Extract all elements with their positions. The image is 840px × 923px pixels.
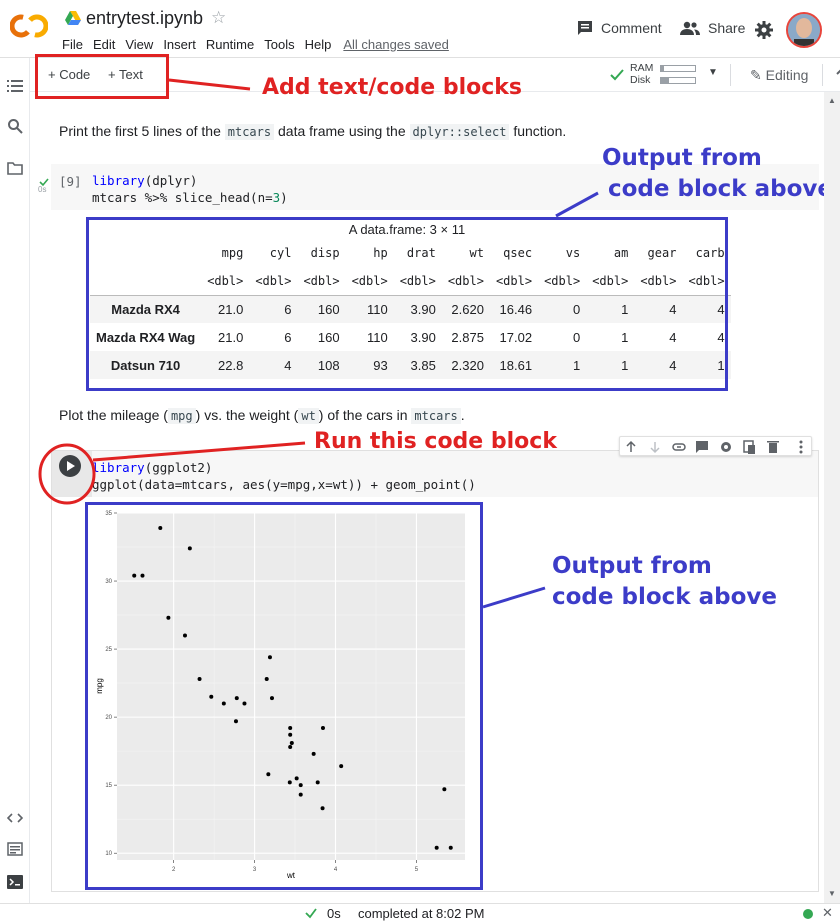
chevron-down-icon[interactable]: ▼ bbox=[708, 67, 718, 78]
more-icon[interactable] bbox=[799, 440, 803, 454]
avatar[interactable] bbox=[786, 12, 822, 48]
gear-icon[interactable] bbox=[721, 442, 731, 452]
notebook-title[interactable]: entrytest.ipynb bbox=[86, 8, 203, 29]
pencil-icon: ✎ bbox=[750, 67, 762, 83]
menu-bar: File Edit View Insert Runtime Tools Help… bbox=[62, 37, 449, 52]
mirror-icon[interactable] bbox=[743, 440, 755, 454]
inline-code: mtcars bbox=[411, 408, 461, 424]
annotation-output-1-line2: code block above bbox=[608, 176, 833, 202]
colab-logo-icon[interactable] bbox=[10, 12, 48, 40]
scrollbar[interactable]: ▲ ▼ bbox=[824, 92, 840, 903]
left-rail bbox=[0, 58, 30, 904]
annotation-box-output-1 bbox=[86, 217, 728, 391]
comment-button[interactable]: Comment bbox=[577, 20, 662, 36]
arrow-up-icon[interactable] bbox=[626, 440, 636, 452]
text: ) of the cars in bbox=[318, 407, 412, 423]
close-icon[interactable]: ✕ bbox=[822, 905, 833, 921]
check-icon bbox=[610, 69, 624, 81]
exec-duration: 0s bbox=[327, 906, 341, 921]
text: Print the first 5 lines of the bbox=[59, 123, 225, 139]
disk-bar bbox=[660, 77, 696, 84]
divider bbox=[730, 64, 731, 86]
menu-edit[interactable]: Edit bbox=[93, 37, 115, 52]
annotation-output-2-line2: code block above bbox=[552, 584, 777, 610]
search-icon[interactable] bbox=[7, 118, 23, 134]
saved-status[interactable]: All changes saved bbox=[343, 37, 449, 52]
annotation-add-blocks: Add text/code blocks bbox=[262, 75, 523, 100]
scroll-up-icon[interactable]: ▲ bbox=[828, 96, 836, 105]
menu-tools[interactable]: Tools bbox=[264, 37, 294, 52]
annotation-run-block: Run this code block bbox=[314, 429, 557, 454]
annotation-box-add-blocks bbox=[35, 54, 169, 99]
annotation-output-1-line1: Output from bbox=[602, 145, 762, 171]
connection-dot-icon bbox=[803, 909, 813, 919]
exec-time: 0s bbox=[38, 185, 47, 194]
ram-bar bbox=[660, 65, 696, 72]
run-cell-button[interactable] bbox=[59, 455, 81, 477]
text: Plot the mileage ( bbox=[59, 407, 168, 423]
inline-code: mtcars bbox=[224, 124, 275, 140]
editing-mode-button[interactable]: ✎ Editing bbox=[750, 67, 808, 84]
play-icon bbox=[67, 461, 75, 471]
annotation-box-output-2 bbox=[85, 502, 483, 890]
menu-help[interactable]: Help bbox=[305, 37, 332, 52]
code-editor[interactable]: library(dplyr) mtcars %>% slice_head(n=3… bbox=[92, 172, 288, 206]
inline-code: mpg bbox=[167, 408, 196, 424]
menu-insert[interactable]: Insert bbox=[163, 37, 196, 52]
link-icon[interactable] bbox=[672, 443, 686, 451]
text: ) vs. the weight ( bbox=[195, 407, 299, 423]
arrow-down-icon[interactable] bbox=[650, 442, 660, 454]
disk-label: Disk bbox=[630, 74, 651, 86]
menu-runtime[interactable]: Runtime bbox=[206, 37, 254, 52]
comment-label: Comment bbox=[601, 20, 662, 36]
menu-view[interactable]: View bbox=[125, 37, 153, 52]
comment-icon[interactable] bbox=[696, 441, 708, 453]
drive-icon[interactable] bbox=[65, 11, 81, 25]
exec-count: [9] bbox=[59, 174, 82, 189]
divider bbox=[822, 64, 823, 86]
gear-icon[interactable] bbox=[754, 20, 774, 40]
share-button[interactable]: Share bbox=[680, 20, 745, 36]
text-cell-1[interactable]: Print the first 5 lines of the mtcars da… bbox=[59, 123, 567, 140]
terminal-icon[interactable] bbox=[7, 874, 23, 890]
folder-icon[interactable] bbox=[7, 160, 23, 176]
text: data frame using the bbox=[274, 123, 410, 139]
scroll-down-icon[interactable]: ▼ bbox=[828, 889, 836, 898]
share-icon bbox=[680, 21, 700, 35]
share-label: Share bbox=[708, 20, 746, 36]
code-snippets-icon[interactable] bbox=[7, 810, 23, 826]
comment-icon bbox=[578, 21, 592, 35]
editing-label: Editing bbox=[765, 67, 809, 83]
table-of-contents-icon[interactable] bbox=[7, 78, 23, 94]
text: . bbox=[460, 407, 465, 423]
code-editor[interactable]: library(ggplot2) ggplot(data=mtcars, aes… bbox=[92, 459, 476, 493]
delete-icon[interactable] bbox=[767, 441, 779, 453]
annotation-output-2-line1: Output from bbox=[552, 553, 712, 579]
header: entrytest.ipynb ☆ File Edit View Insert … bbox=[0, 0, 840, 58]
star-icon[interactable]: ☆ bbox=[211, 8, 226, 28]
chevron-up-icon[interactable] bbox=[836, 66, 840, 76]
menu-file[interactable]: File bbox=[62, 37, 83, 52]
inline-code: dplyr::select bbox=[409, 124, 510, 140]
text: function. bbox=[509, 123, 567, 139]
cell-toolbar bbox=[619, 436, 812, 456]
ram-label: RAM bbox=[630, 62, 654, 74]
check-icon bbox=[305, 908, 317, 919]
text-cell-2[interactable]: Plot the mileage (mpg) vs. the weight (w… bbox=[59, 407, 465, 424]
ram-disk-indicator[interactable]: RAM Disk ▼ bbox=[610, 62, 722, 89]
completed-status: completed at 8:02 PM bbox=[358, 906, 485, 921]
status-bar: 0s completed at 8:02 PM ✕ bbox=[0, 903, 840, 923]
inline-code: wt bbox=[298, 408, 319, 424]
command-palette-icon[interactable] bbox=[7, 841, 23, 857]
